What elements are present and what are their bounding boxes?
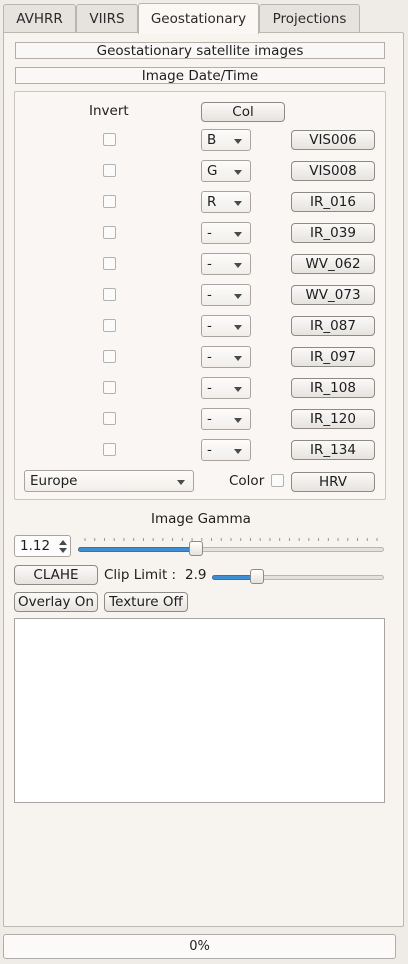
invert-checkbox[interactable] xyxy=(103,257,116,270)
band-button[interactable]: VIS006 xyxy=(291,130,375,150)
channel-color-value: - xyxy=(207,318,212,334)
clip-limit-value: 2.9 xyxy=(185,567,207,583)
col-button[interactable]: Col xyxy=(201,102,285,122)
invert-checkbox[interactable] xyxy=(103,226,116,239)
channel-color-select[interactable]: - xyxy=(201,253,251,275)
chevron-down-icon xyxy=(234,294,242,299)
band-button[interactable]: IR_039 xyxy=(291,223,375,243)
channel-color-select[interactable]: - xyxy=(201,408,251,430)
spin-up-icon[interactable] xyxy=(59,540,67,545)
invert-checkbox[interactable] xyxy=(103,164,116,177)
invert-checkbox[interactable] xyxy=(103,443,116,456)
channel-color-value: - xyxy=(207,225,212,241)
slider-fill xyxy=(78,547,196,552)
gamma-slider[interactable] xyxy=(78,541,384,557)
channel-color-value: - xyxy=(207,349,212,365)
chevron-down-icon xyxy=(234,325,242,330)
chevron-down-icon xyxy=(234,449,242,454)
channel-color-select[interactable]: - xyxy=(201,346,251,368)
band-button[interactable]: IR_108 xyxy=(291,378,375,398)
invert-checkbox[interactable] xyxy=(103,412,116,425)
channel-color-select[interactable]: B xyxy=(201,129,251,151)
band-button[interactable]: WV_073 xyxy=(291,285,375,305)
invert-checkbox[interactable] xyxy=(103,133,116,146)
band-button[interactable]: VIS008 xyxy=(291,161,375,181)
channel-color-value: G xyxy=(207,163,218,179)
band-button[interactable]: IR_120 xyxy=(291,409,375,429)
clip-limit-label: Clip Limit : xyxy=(104,567,177,583)
tab-label: VIIRS xyxy=(89,11,125,27)
channel-color-select[interactable]: G xyxy=(201,160,251,182)
slider-handle[interactable] xyxy=(250,569,264,584)
channel-color-select[interactable]: - xyxy=(201,222,251,244)
region-select[interactable]: Europe xyxy=(24,470,194,492)
chevron-down-icon xyxy=(234,232,242,237)
tab-label: Projections xyxy=(272,11,347,27)
color-checkbox[interactable] xyxy=(271,474,284,487)
chevron-down-icon xyxy=(234,356,242,361)
panel-title: Geostationary satellite images xyxy=(15,42,385,59)
channel-color-value: R xyxy=(207,194,217,210)
band-button[interactable]: WV_062 xyxy=(291,254,375,274)
texture-button[interactable]: Texture Off xyxy=(104,592,188,612)
overlay-button[interactable]: Overlay On xyxy=(14,592,98,612)
progress-text: 0% xyxy=(189,939,210,954)
invert-checkbox[interactable] xyxy=(103,288,116,301)
chevron-down-icon xyxy=(234,139,242,144)
chevron-down-icon xyxy=(177,480,185,485)
invert-checkbox[interactable] xyxy=(103,319,116,332)
channel-color-select[interactable]: - xyxy=(201,439,251,461)
chevron-down-icon xyxy=(234,387,242,392)
channel-color-select[interactable]: - xyxy=(201,284,251,306)
channel-color-select[interactable]: - xyxy=(201,315,251,337)
tab-avhrr[interactable]: AVHRR xyxy=(3,4,76,33)
invert-label: Invert xyxy=(89,103,129,119)
invert-checkbox[interactable] xyxy=(103,381,116,394)
tab-viirs[interactable]: VIIRS xyxy=(76,4,138,33)
channel-color-value: B xyxy=(207,132,217,148)
slider-handle[interactable] xyxy=(189,541,203,556)
progress-bar: 0% xyxy=(3,934,396,959)
invert-checkbox[interactable] xyxy=(103,350,116,363)
tab-label: Geostationary xyxy=(150,11,247,27)
chevron-down-icon xyxy=(234,170,242,175)
channel-color-value: - xyxy=(207,442,212,458)
channel-color-value: - xyxy=(207,287,212,303)
gamma-value: 1.12 xyxy=(20,538,51,554)
band-button[interactable]: IR_134 xyxy=(291,440,375,460)
image-datetime-label: Image Date/Time xyxy=(15,67,385,84)
clip-limit-slider[interactable] xyxy=(212,569,384,585)
channel-color-value: - xyxy=(207,411,212,427)
info-textarea[interactable] xyxy=(14,618,385,803)
band-button[interactable]: IR_097 xyxy=(291,347,375,367)
image-gamma-label: Image Gamma xyxy=(151,511,251,527)
region-select-value: Europe xyxy=(30,473,78,489)
invert-checkbox[interactable] xyxy=(103,195,116,208)
channel-color-value: - xyxy=(207,380,212,396)
channel-color-select[interactable]: - xyxy=(201,377,251,399)
tab-geostationary[interactable]: Geostationary xyxy=(138,3,259,34)
chevron-down-icon xyxy=(234,418,242,423)
tab-projections[interactable]: Projections xyxy=(259,4,360,33)
chevron-down-icon xyxy=(234,201,242,206)
tab-label: AVHRR xyxy=(16,11,63,27)
chevron-down-icon xyxy=(234,263,242,268)
channel-color-value: - xyxy=(207,256,212,272)
band-button[interactable]: IR_087 xyxy=(291,316,375,336)
gamma-spinbox[interactable]: 1.12 xyxy=(14,535,71,557)
band-button[interactable]: IR_016 xyxy=(291,192,375,212)
spin-down-icon[interactable] xyxy=(59,548,67,553)
channel-color-select[interactable]: R xyxy=(201,191,251,213)
color-label: Color xyxy=(229,473,265,489)
hrv-button[interactable]: HRV xyxy=(291,472,375,492)
clahe-button[interactable]: CLAHE xyxy=(14,565,98,585)
